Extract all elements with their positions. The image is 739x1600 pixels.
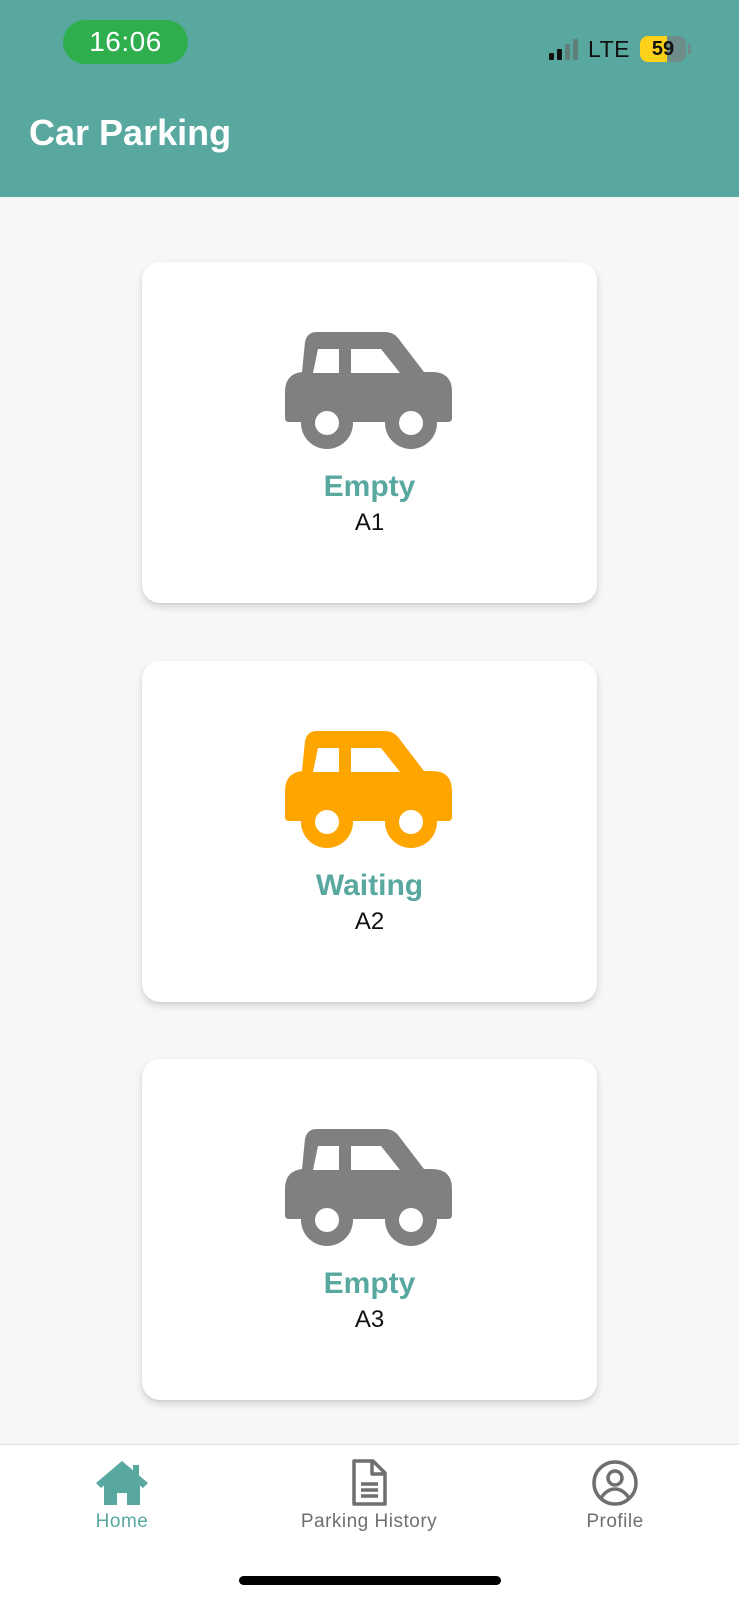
slot-status: Empty	[323, 470, 416, 503]
signal-icon	[549, 38, 579, 60]
parking-slot-card-a2[interactable]: Waiting A2	[142, 661, 597, 1002]
slot-id: A3	[354, 1306, 385, 1333]
car-icon	[285, 731, 452, 848]
status-indicators: LTE 59	[549, 32, 691, 66]
parking-slot-card-a3[interactable]: Empty A3	[142, 1059, 597, 1400]
nav-item-profile[interactable]: Profile	[515, 1459, 715, 1533]
battery-percent: 59	[651, 37, 675, 60]
slot-id: A2	[354, 908, 385, 935]
nav-label-parking-history: Parking History	[300, 1511, 438, 1532]
car-icon	[285, 332, 452, 449]
battery-icon: 59	[640, 36, 686, 62]
battery-nub	[688, 44, 691, 54]
app-screen: 16:06 LTE 59 Car Parking Empty A1 Waitin…	[0, 0, 739, 1600]
app-header: 16:06 LTE 59 Car Parking	[0, 0, 739, 197]
slot-status: Waiting	[315, 869, 424, 902]
nav-item-parking-history[interactable]: Parking History	[269, 1459, 469, 1533]
home-indicator	[239, 1576, 501, 1585]
status-time[interactable]: 16:06	[63, 20, 188, 64]
nav-item-home[interactable]: Home	[22, 1459, 222, 1533]
slot-status: Empty	[323, 1267, 416, 1300]
slot-id: A1	[354, 509, 385, 536]
nav-label-profile: Profile	[586, 1511, 644, 1532]
document-icon	[352, 1459, 387, 1506]
car-icon	[285, 1129, 452, 1246]
network-type: LTE	[588, 35, 630, 62]
page-title: Car Parking	[29, 112, 232, 153]
home-icon	[96, 1461, 148, 1505]
nav-label-home: Home	[95, 1511, 149, 1532]
profile-icon	[592, 1460, 638, 1506]
parking-slot-card-a1[interactable]: Empty A1	[142, 262, 597, 603]
